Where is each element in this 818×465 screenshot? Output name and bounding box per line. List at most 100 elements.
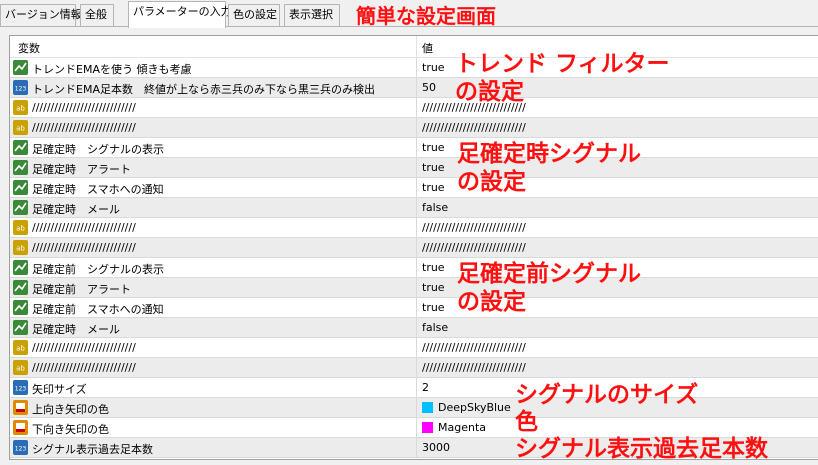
svg-text:ab: ab — [16, 225, 25, 233]
svg-text:ab: ab — [16, 245, 25, 253]
svg-text:ab: ab — [16, 365, 25, 373]
table-row[interactable]: ab//////////////////////////////////////… — [10, 118, 818, 138]
param-value[interactable]: //////////////////////////// — [422, 221, 526, 234]
table-row[interactable]: ab//////////////////////////////////////… — [10, 218, 818, 238]
table-row[interactable]: 足確定前 アラート true — [10, 278, 818, 298]
param-value[interactable]: //////////////////////////// — [422, 241, 526, 254]
svg-text:ab: ab — [16, 345, 25, 353]
param-name: 足確定時 アラート — [32, 163, 131, 176]
param-value[interactable]: //////////////////////////// — [422, 341, 526, 354]
column-separator — [416, 198, 417, 218]
param-value[interactable]: 3000 — [422, 441, 450, 454]
column-separator — [416, 78, 417, 98]
param-value[interactable]: false — [422, 321, 448, 334]
param-value[interactable]: true — [422, 261, 445, 274]
column-separator — [416, 258, 417, 278]
string-param-icon: ab — [13, 360, 28, 375]
column-separator — [416, 238, 417, 258]
param-value[interactable]: false — [422, 201, 448, 214]
table-row[interactable]: ab//////////////////////////////////////… — [10, 238, 818, 258]
param-name: 下向き矢印の色 — [32, 423, 109, 436]
tab-label: パラメーターの入力 — [133, 5, 232, 18]
grid-header: 変数 値 — [10, 36, 818, 58]
param-name: 足確定時 スマホへの通知 — [32, 183, 164, 196]
param-name: 足確定前 スマホへの通知 — [32, 303, 164, 316]
param-name: 足確定時 シグナルの表示 — [32, 143, 164, 156]
column-separator — [416, 358, 417, 378]
column-header-variable[interactable]: 変数 — [18, 40, 40, 56]
column-separator — [416, 278, 417, 298]
table-row[interactable]: トレンドEMAを使う 傾きも考慮 true — [10, 58, 818, 78]
column-separator — [416, 398, 417, 418]
table-row[interactable]: 足確定前 スマホへの通知 true — [10, 298, 818, 318]
param-value[interactable]: true — [422, 161, 445, 174]
table-row[interactable]: ab//////////////////////////////////////… — [10, 358, 818, 378]
column-separator — [416, 338, 417, 358]
tab-label: 全般 — [85, 8, 107, 21]
annotation-title: 簡単な設定画面 — [356, 4, 496, 28]
column-separator — [416, 418, 417, 438]
string-param-icon: ab — [13, 100, 28, 115]
table-row[interactable]: 足確定時 アラート true — [10, 158, 818, 178]
param-value[interactable]: Magenta — [438, 421, 486, 434]
param-value[interactable]: true — [422, 61, 445, 74]
param-name: //////////////////////////// — [32, 101, 136, 114]
color-swatch[interactable] — [422, 402, 433, 413]
svg-text:123: 123 — [15, 86, 27, 93]
column-separator[interactable] — [416, 36, 417, 58]
boolean-param-icon — [13, 180, 28, 195]
param-value[interactable]: true — [422, 181, 445, 194]
param-value[interactable]: 50 — [422, 81, 436, 94]
annotation-confirmed-line1: 足確定時シグナル — [457, 141, 641, 167]
param-value[interactable]: true — [422, 141, 445, 154]
column-separator — [416, 298, 417, 318]
param-name: トレンドEMA足本数 終値が上なら赤三兵のみ下なら黒三兵のみ検出 — [32, 83, 375, 96]
column-separator — [416, 218, 417, 238]
param-name: 足確定前 アラート — [32, 283, 131, 296]
column-header-value[interactable]: 値 — [422, 40, 433, 56]
boolean-param-icon — [13, 260, 28, 275]
param-value[interactable]: true — [422, 281, 445, 294]
annotation-pre-line1: 足確定前シグナル — [457, 261, 641, 287]
annotation-confirmed-line2: の設定 — [457, 169, 526, 195]
param-name: 足確定前 シグナルの表示 — [32, 263, 164, 276]
column-separator — [416, 378, 417, 398]
annotation-size: シグナルのサイズ — [515, 382, 699, 408]
param-value[interactable]: DeepSkyBlue — [438, 401, 511, 414]
annotation-trend-line1: トレンド フィルター — [455, 51, 670, 77]
table-row[interactable]: ab//////////////////////////////////////… — [10, 98, 818, 118]
tab-colors[interactable]: 色の設定 — [228, 4, 280, 26]
boolean-param-icon — [13, 200, 28, 215]
string-param-icon: ab — [13, 340, 28, 355]
color-param-icon — [13, 420, 28, 435]
table-row[interactable]: 足確定時 シグナルの表示 true — [10, 138, 818, 158]
number-param-icon: 123 — [13, 80, 28, 95]
annotation-trend-line2: の設定 — [455, 79, 524, 105]
column-separator — [416, 318, 417, 338]
param-value[interactable]: true — [422, 301, 445, 314]
tab-general[interactable]: 全般 — [80, 4, 114, 26]
param-name: 上向き矢印の色 — [32, 403, 109, 416]
param-value[interactable]: //////////////////////////// — [422, 121, 526, 134]
table-row[interactable]: 123 トレンドEMA足本数 終値が上なら赤三兵のみ下なら黒三兵のみ検出 50 — [10, 78, 818, 98]
param-name: シグナル表示過去足本数 — [32, 443, 153, 456]
column-separator — [416, 158, 417, 178]
param-name: //////////////////////////// — [32, 341, 136, 354]
param-name: 矢印サイズ — [32, 383, 87, 396]
table-row[interactable]: 下向き矢印の色 Magenta — [10, 418, 818, 438]
tab-version-info[interactable]: バージョン情報 — [0, 4, 82, 26]
number-param-icon: 123 — [13, 440, 28, 455]
param-value[interactable]: 2 — [422, 381, 429, 394]
boolean-param-icon — [13, 140, 28, 155]
annotation-color: 色 — [515, 409, 538, 435]
tab-display-select[interactable]: 表示選択 — [284, 4, 340, 26]
table-row[interactable]: 足確定時 メール false — [10, 198, 818, 218]
param-name: トレンドEMAを使う 傾きも考慮 — [32, 63, 192, 76]
table-row[interactable]: ab //////////////////////////// //////////… — [10, 338, 818, 358]
tab-parameters[interactable]: パラメーターの入力 — [128, 1, 232, 28]
param-value[interactable]: //////////////////////////// — [422, 361, 526, 374]
table-row[interactable]: 足確定時 メール false — [10, 318, 818, 338]
table-row[interactable]: 足確定前 シグナルの表示 true — [10, 258, 818, 278]
table-row[interactable]: 足確定時 スマホへの通知 true — [10, 178, 818, 198]
color-swatch[interactable] — [422, 422, 433, 433]
